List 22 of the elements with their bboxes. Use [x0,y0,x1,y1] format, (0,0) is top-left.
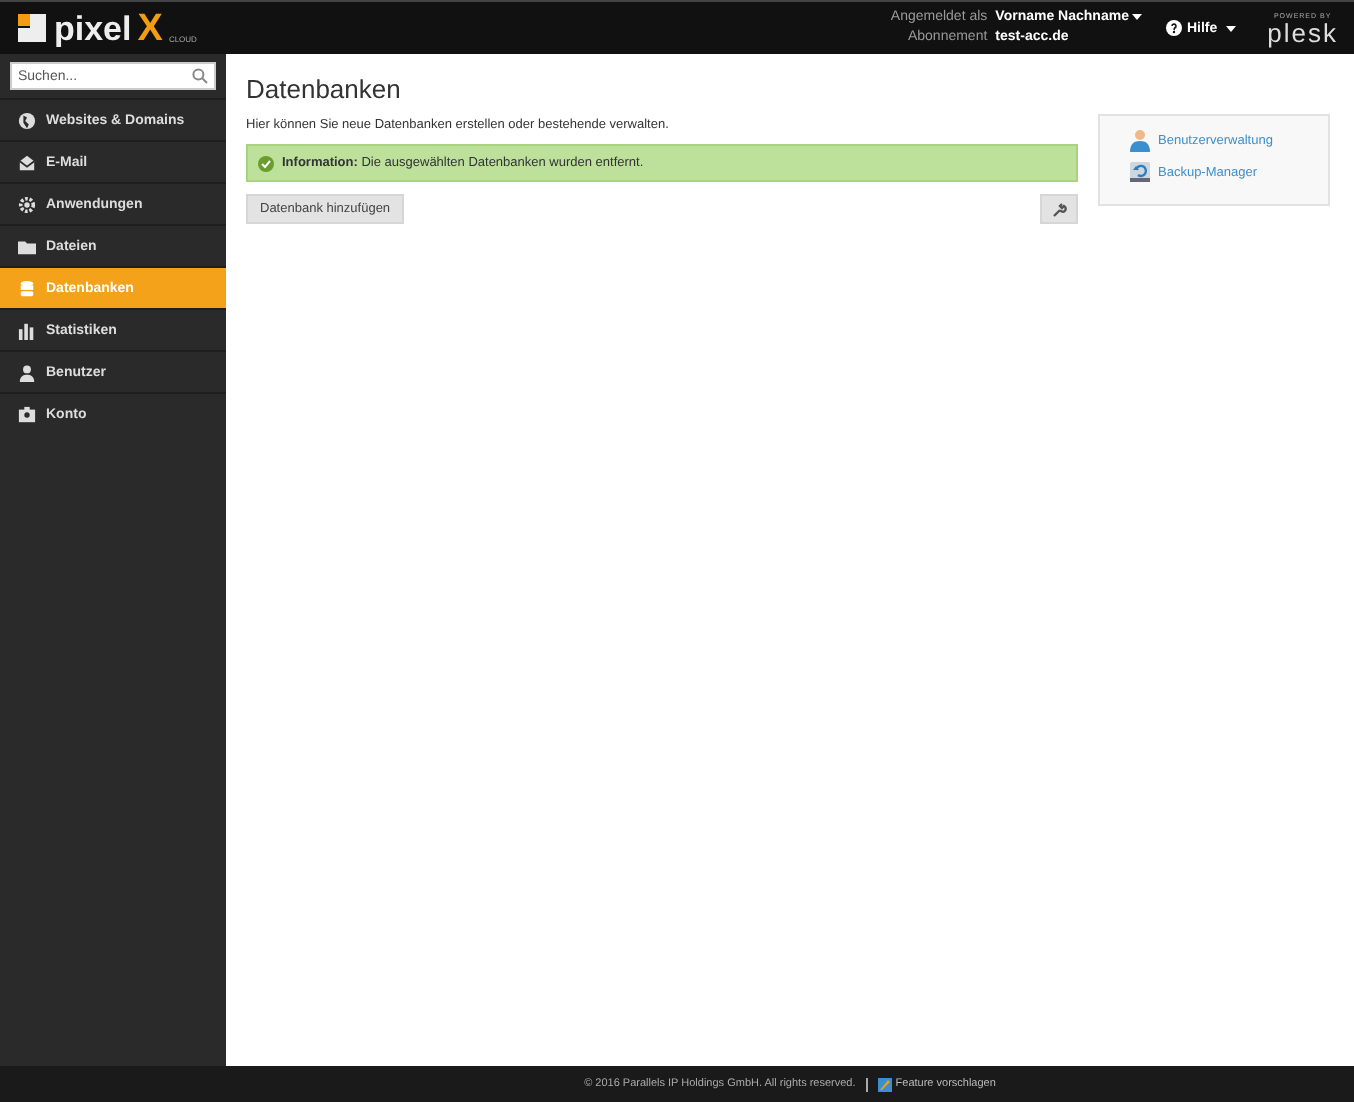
note-icon [877,1077,892,1091]
divider-icon [865,1077,868,1091]
search-icon [192,68,208,84]
check-icon [258,155,274,171]
database-icon [18,279,36,297]
brand-logo: plesk [1267,19,1338,45]
tools-button[interactable] [1040,194,1078,224]
logo-mark: X [137,9,163,47]
folder-icon [18,237,36,255]
bar-chart-icon [18,321,36,339]
logo-icon [16,12,48,44]
gear-icon [18,195,36,213]
mail-icon [18,153,36,171]
help-icon [1166,20,1183,36]
page-title: Datenbanken [246,74,403,104]
user-icon [18,363,36,381]
logo-text: pixel [54,11,132,45]
wrench-icon [1051,201,1067,217]
caret-icon [1225,25,1236,31]
user-icon [1128,128,1152,152]
backup-icon [1128,160,1152,184]
caret-icon [1132,13,1143,20]
